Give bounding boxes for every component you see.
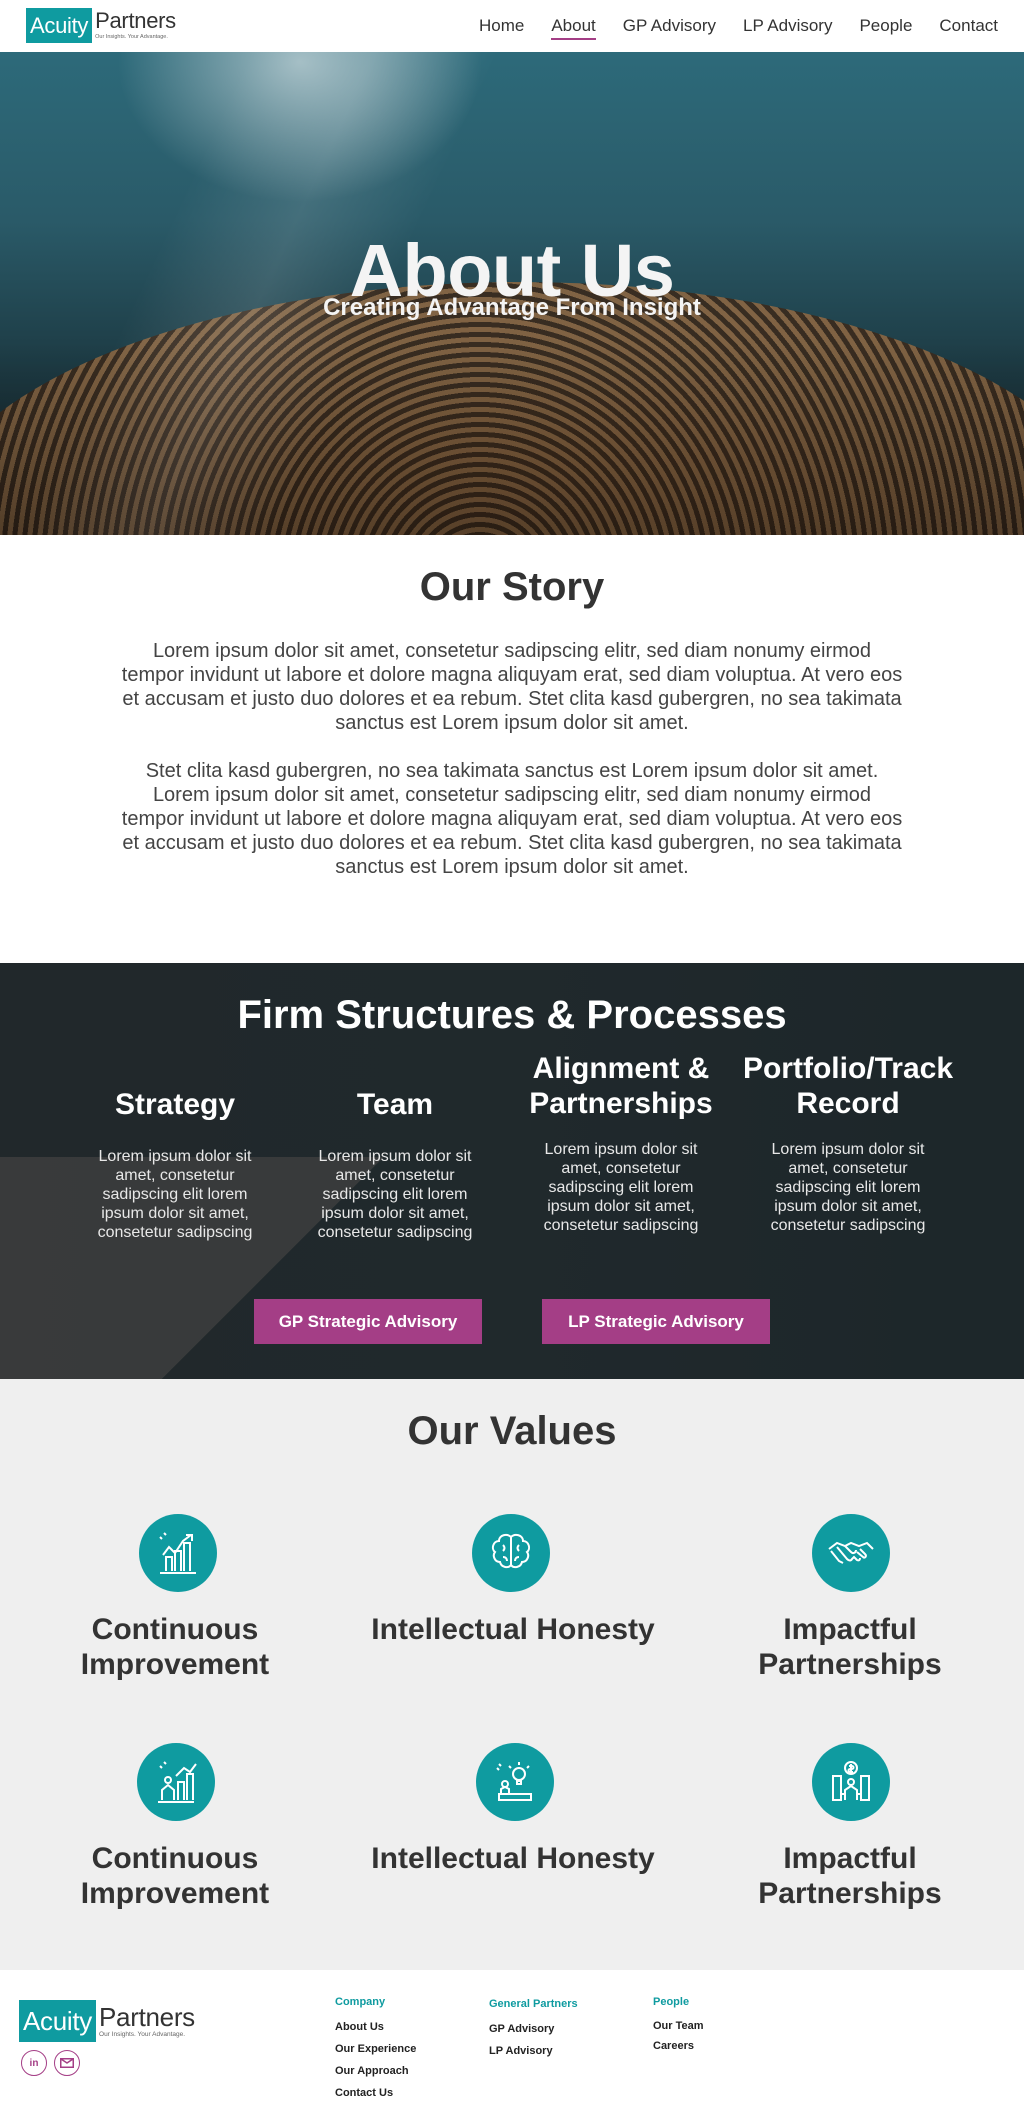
logo-mark: Acuity xyxy=(26,8,93,43)
growth-person-icon xyxy=(137,1743,215,1821)
nav-gp-advisory[interactable]: GP Advisory xyxy=(623,14,716,40)
hero-subtitle: Creating Advantage From Insight xyxy=(323,294,701,321)
our-values-section: Our Values Continuous Improvement Intell… xyxy=(0,1379,1024,1970)
nav-home[interactable]: Home xyxy=(479,14,524,40)
firm-title: Firm Structures & Processes xyxy=(237,993,787,1037)
column-text: Lorem ipsum dolor sit amet, consetetur s… xyxy=(317,1148,473,1241)
value-title: Intellectual Honesty xyxy=(371,1613,655,1646)
nav-about[interactable]: About xyxy=(551,14,597,40)
firm-column-alignment: Alignment & Partnerships Lorem ipsum dol… xyxy=(521,1051,721,1235)
gp-strategic-advisory-button[interactable]: GP Strategic Advisory xyxy=(254,1299,482,1344)
mail-icon[interactable] xyxy=(54,2050,80,2076)
column-title: Alignment & Partnerships xyxy=(529,1052,713,1120)
footer-link-our-team[interactable]: Our Team xyxy=(653,2016,704,2036)
handshake-icon xyxy=(812,1514,890,1592)
value-title: Continuous Improvement xyxy=(80,1842,270,1910)
firm-structures-section: Firm Structures & Processes Strategy Lor… xyxy=(0,963,1024,1379)
firm-column-team: Team Lorem ipsum dolor sit amet, consete… xyxy=(310,1087,480,1242)
story-title: Our Story xyxy=(419,565,605,609)
story-paragraph-1: Lorem ipsum dolor sit amet, consetetur s… xyxy=(121,640,903,734)
top-navigation: Acuity Partners Our Insights. Your Advan… xyxy=(0,0,1024,52)
logo-mark: Acuity xyxy=(19,2000,97,2042)
column-text: Lorem ipsum dolor sit amet, consetetur s… xyxy=(770,1141,926,1234)
footer-link-contact-us[interactable]: Contact Us xyxy=(335,2082,416,2104)
logo-word: Partners xyxy=(99,2001,195,2032)
footer-link-our-approach[interactable]: Our Approach xyxy=(335,2060,416,2082)
nav-contact[interactable]: Contact xyxy=(939,14,998,40)
footer-link-about-us[interactable]: About Us xyxy=(335,2016,416,2038)
column-title: Portfolio/Track Record xyxy=(742,1052,954,1120)
logo-word: Partners xyxy=(95,8,176,33)
lp-strategic-advisory-button[interactable]: LP Strategic Advisory xyxy=(542,1299,770,1344)
nav-lp-advisory[interactable]: LP Advisory xyxy=(743,14,832,40)
firm-column-portfolio: Portfolio/Track Record Lorem ipsum dolor… xyxy=(738,1051,958,1235)
growth-arrows-icon xyxy=(139,1514,217,1592)
column-title: Team xyxy=(356,1088,434,1121)
nav-links: Home About GP Advisory LP Advisory Peopl… xyxy=(452,14,998,40)
footer-link-careers[interactable]: Careers xyxy=(653,2036,704,2056)
dollar-person-icon xyxy=(812,1743,890,1821)
footer-heading: General Partners xyxy=(489,1998,578,2010)
footer-link-lp-advisory[interactable]: LP Advisory xyxy=(489,2040,578,2062)
value-title: Continuous Improvement xyxy=(80,1613,270,1681)
value-title: Impactful Partnerships xyxy=(758,1842,942,1910)
footer-column-company: Company About Us Our Experience Our Appr… xyxy=(335,1996,416,2104)
footer-column-general-partners: General Partners GP Advisory LP Advisory xyxy=(489,1998,578,2062)
logo-tagline: Our Insights. Your Advantage. xyxy=(95,34,168,40)
footer-heading: People xyxy=(653,1996,690,2008)
linkedin-icon[interactable]: in xyxy=(21,2050,47,2076)
site-footer: Acuity Partners Our Insights. Your Advan… xyxy=(0,1970,1024,2126)
logo-tagline: Our Insights. Your Advantage. xyxy=(99,2030,186,2038)
column-text: Lorem ipsum dolor sit amet, consetetur s… xyxy=(543,1141,699,1234)
story-paragraph-2: Stet clita kasd gubergren, no sea takima… xyxy=(121,760,903,878)
brand-logo[interactable]: Acuity Partners Our Insights. Your Advan… xyxy=(26,8,176,43)
hero-banner: About Us Creating Advantage From Insight xyxy=(0,52,1024,535)
footer-column-people: People Our Team Careers xyxy=(653,1996,704,2056)
firm-column-strategy: Strategy Lorem ipsum dolor sit amet, con… xyxy=(90,1087,260,1242)
footer-link-gp-advisory[interactable]: GP Advisory xyxy=(489,2018,578,2040)
value-title: Impactful Partnerships xyxy=(758,1613,942,1681)
idea-desk-icon xyxy=(476,1743,554,1821)
our-story-section: Our Story Lorem ipsum dolor sit amet, co… xyxy=(0,535,1024,963)
column-title: Strategy xyxy=(114,1088,236,1121)
value-title: Intellectual Honesty xyxy=(371,1842,655,1875)
footer-link-our-experience[interactable]: Our Experience xyxy=(335,2038,416,2060)
nav-people[interactable]: People xyxy=(859,14,912,40)
values-title: Our Values xyxy=(407,1409,617,1453)
footer-heading: Company xyxy=(335,1996,386,2008)
brain-icon xyxy=(472,1514,550,1592)
column-text: Lorem ipsum dolor sit amet, consetetur s… xyxy=(97,1148,253,1241)
footer-logo[interactable]: Acuity Partners Our Insights. Your Advan… xyxy=(19,2000,195,2042)
